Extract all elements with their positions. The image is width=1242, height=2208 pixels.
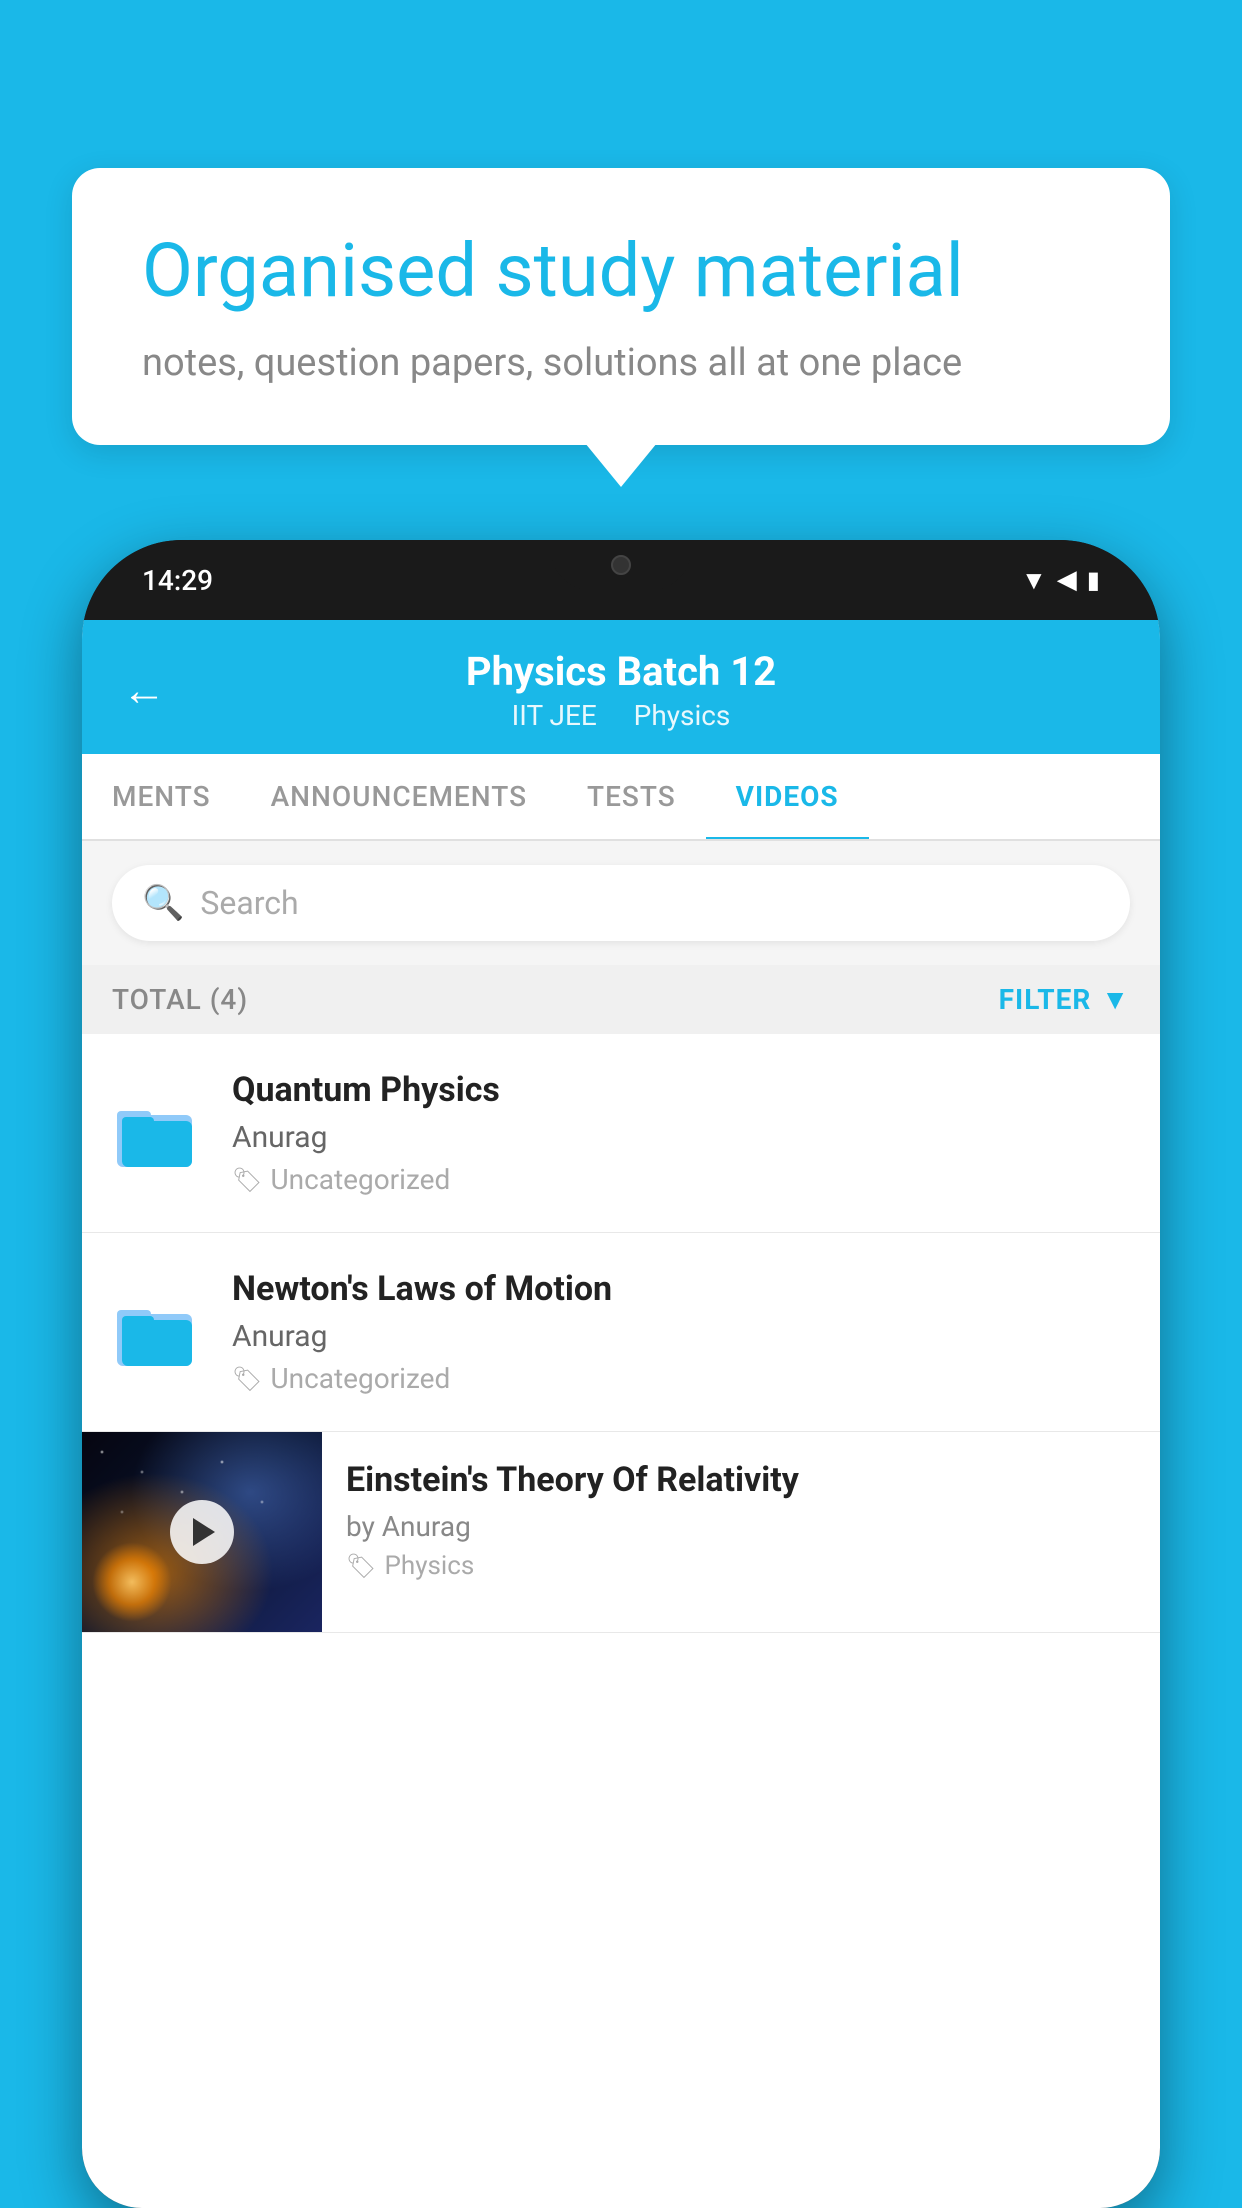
filter-icon: ▼ (1101, 983, 1130, 1016)
list-item[interactable]: Einstein's Theory Of Relativity by Anura… (82, 1432, 1160, 1633)
back-button[interactable]: ← (122, 664, 166, 716)
status-bar: 14:29 ▼ ◀ ▮ (82, 540, 1160, 620)
search-icon: 🔍 (142, 883, 184, 923)
tag-icon: 🏷 (232, 1166, 262, 1194)
clock: 14:29 (142, 564, 213, 597)
notch (551, 540, 691, 590)
video-author: Anurag (232, 1120, 1130, 1155)
front-camera (611, 555, 631, 575)
tag-label: Uncategorized (270, 1362, 450, 1395)
filter-label: FILTER (999, 983, 1092, 1016)
tab-ments[interactable]: MENTS (82, 754, 241, 839)
tag-label: Physics (384, 1551, 474, 1581)
total-count: TOTAL (4) (112, 983, 248, 1016)
tab-videos[interactable]: VIDEOS (706, 754, 869, 839)
list-item[interactable]: Newton's Laws of Motion Anurag 🏷 Uncateg… (82, 1233, 1160, 1432)
status-icons: ▼ ◀ ▮ (1021, 565, 1100, 596)
video-tag: 🏷 Uncategorized (232, 1163, 1130, 1196)
video-info: Einstein's Theory Of Relativity by Anura… (322, 1432, 1160, 1609)
video-tag: 🏷 Physics (346, 1551, 1136, 1581)
tag-physics: Physics (634, 699, 731, 732)
list-item[interactable]: Quantum Physics Anurag 🏷 Uncategorized (82, 1034, 1160, 1233)
play-button[interactable] (170, 1500, 234, 1564)
filter-bar: TOTAL (4) FILTER ▼ (82, 965, 1160, 1034)
video-thumbnail (82, 1432, 322, 1632)
search-placeholder: Search (200, 884, 298, 922)
tag-iit: IIT JEE (512, 699, 597, 732)
tab-tests[interactable]: TESTS (557, 754, 706, 839)
phone-frame: 14:29 ▼ ◀ ▮ ← Physics Batch 12 IIT JEE P… (82, 540, 1160, 2208)
header-tags: IIT JEE Physics (196, 699, 1046, 732)
search-bar-container: 🔍 Search (82, 841, 1160, 965)
signal-icon: ◀ (1057, 565, 1077, 595)
video-info: Newton's Laws of Motion Anurag 🏷 Uncateg… (232, 1269, 1130, 1395)
speech-bubble: Organised study material notes, question… (72, 168, 1170, 445)
battery-icon: ▮ (1087, 566, 1100, 594)
folder-icon (112, 1093, 202, 1173)
filter-button[interactable]: FILTER ▼ (999, 983, 1130, 1016)
search-input-wrap[interactable]: 🔍 Search (112, 865, 1130, 941)
folder-icon (112, 1292, 202, 1372)
play-icon (193, 1518, 215, 1546)
video-tag: 🏷 Uncategorized (232, 1362, 1130, 1395)
planet-decoration (92, 1542, 172, 1622)
video-author: Anurag (232, 1319, 1130, 1354)
tag-label: Uncategorized (270, 1163, 450, 1196)
bubble-title: Organised study material (142, 228, 1100, 317)
tag-icon: 🏷 (346, 1552, 376, 1580)
tabs-bar: MENTS ANNOUNCEMENTS TESTS VIDEOS (82, 754, 1160, 841)
video-title: Einstein's Theory Of Relativity (346, 1460, 1136, 1500)
app-header: ← Physics Batch 12 IIT JEE Physics (82, 620, 1160, 754)
batch-title: Physics Batch 12 (196, 648, 1046, 695)
bubble-subtitle: notes, question papers, solutions all at… (142, 341, 1100, 385)
tag-separator (612, 699, 626, 732)
video-title: Newton's Laws of Motion (232, 1269, 1130, 1309)
video-title: Quantum Physics (232, 1070, 1130, 1110)
phone-screen: ← Physics Batch 12 IIT JEE Physics MENTS… (82, 620, 1160, 2208)
wifi-icon: ▼ (1021, 565, 1047, 596)
video-info: Quantum Physics Anurag 🏷 Uncategorized (232, 1070, 1130, 1196)
tag-icon: 🏷 (232, 1365, 262, 1393)
video-author: by Anurag (346, 1510, 1136, 1543)
header-title-area: Physics Batch 12 IIT JEE Physics (196, 648, 1046, 732)
video-list: Quantum Physics Anurag 🏷 Uncategorized (82, 1034, 1160, 1633)
tab-announcements[interactable]: ANNOUNCEMENTS (241, 754, 557, 839)
